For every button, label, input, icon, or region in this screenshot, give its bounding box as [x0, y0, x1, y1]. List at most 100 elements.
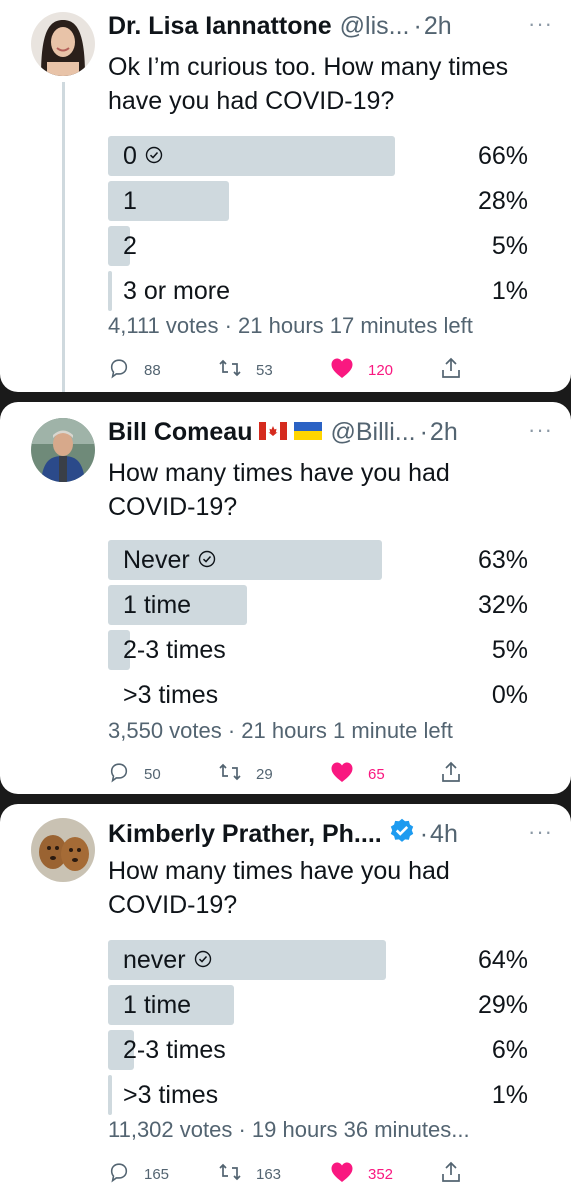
tweet-card[interactable]: Kimberly Prather, Ph.... · 4h ··· How ma…	[0, 804, 571, 1200]
ukraine-flag-icon	[294, 418, 323, 447]
author-handle[interactable]: @lis...	[340, 12, 410, 41]
poll-percentage: 1%	[491, 277, 528, 305]
check-circle-icon	[145, 136, 163, 176]
reply-count: 165	[144, 1165, 170, 1183]
poll-option-label: 2-3 times	[123, 1036, 226, 1064]
author-name[interactable]: Kimberly Prather, Ph....	[108, 820, 382, 849]
poll-meta: 3,550 votes · 21 hours 1 minute left	[108, 718, 453, 743]
poll-percentage: 63%	[477, 546, 528, 574]
more-options-icon[interactable]: ···	[528, 419, 553, 441]
reply-count: 88	[144, 361, 161, 379]
avatar[interactable]	[31, 418, 95, 482]
like-count: 352	[368, 1165, 394, 1183]
timestamp[interactable]: 4h	[430, 820, 458, 849]
check-circle-icon	[198, 540, 216, 580]
canada-flag-icon	[259, 418, 288, 447]
poll-percentage: 6%	[491, 1036, 528, 1064]
retweet-icon	[218, 357, 256, 383]
action-bar: 165 163 352	[108, 1160, 468, 1188]
heart-icon	[330, 357, 368, 383]
retweet-button[interactable]: 53	[218, 356, 273, 384]
poll-percentage: 5%	[491, 232, 528, 260]
poll-option-label: 2	[123, 232, 137, 260]
like-button[interactable]: 352	[330, 1160, 393, 1188]
poll-percentage: 66%	[477, 142, 528, 170]
action-bar: 50 29 65	[108, 760, 468, 788]
poll-option: 0 66%	[108, 136, 528, 176]
tweet-text: How many times have you had COVID-19?	[108, 857, 450, 919]
author-name[interactable]: Dr. Lisa Iannattone	[108, 12, 332, 41]
tweet-header: Bill Comeau @Billi... · 2h	[108, 414, 557, 450]
more-options-icon[interactable]: ···	[528, 821, 553, 843]
poll-percentage: 64%	[477, 946, 528, 974]
retweet-button[interactable]: 29	[218, 760, 273, 788]
tweet-header: Kimberly Prather, Ph.... · 4h	[108, 816, 557, 852]
like-count: 120	[368, 361, 394, 379]
poll-option-label: 1	[123, 187, 137, 215]
poll-option: 2 5%	[108, 226, 528, 266]
poll-option-label: 0	[123, 142, 137, 170]
reply-button[interactable]: 50	[108, 760, 161, 788]
poll-meta: 4,111 votes · 21 hours 17 minutes left	[108, 313, 473, 338]
poll-option: 1 time 32%	[108, 585, 528, 625]
more-options-icon[interactable]: ···	[528, 13, 553, 35]
poll-option: >3 times 0%	[108, 675, 528, 715]
retweet-icon	[218, 761, 256, 787]
poll-percentage: 32%	[477, 591, 528, 619]
timestamp[interactable]: 2h	[430, 418, 458, 447]
share-button[interactable]	[440, 356, 476, 384]
poll-option: >3 times 1%	[108, 1075, 528, 1115]
share-icon	[440, 760, 476, 788]
like-count: 65	[368, 765, 385, 783]
reply-icon	[108, 1161, 144, 1187]
retweet-count: 53	[256, 361, 273, 379]
author-handle[interactable]: @Billi...	[330, 418, 415, 447]
poll-bar	[108, 1075, 112, 1115]
timestamp[interactable]: 2h	[424, 12, 452, 41]
poll-option: never 64%	[108, 940, 528, 980]
share-icon	[440, 356, 476, 384]
poll-option: 1 28%	[108, 181, 528, 221]
tweet-text: How many times have you had COVID-19?	[108, 459, 450, 521]
reply-button[interactable]: 88	[108, 356, 161, 384]
author-name[interactable]: Bill Comeau	[108, 418, 252, 447]
share-icon	[440, 1160, 476, 1188]
share-button[interactable]	[440, 760, 476, 788]
heart-icon	[330, 1161, 368, 1187]
dot-separator: ·	[419, 819, 429, 848]
like-button[interactable]: 120	[330, 356, 393, 384]
retweet-count: 29	[256, 765, 273, 783]
dot-separator: ·	[419, 417, 428, 446]
share-button[interactable]	[440, 1160, 476, 1188]
thread-line	[62, 82, 65, 392]
poll-option: Never 63%	[108, 540, 528, 580]
poll-option-label: Never	[123, 546, 190, 574]
poll-percentage: 28%	[477, 187, 528, 215]
poll-option-label: never	[123, 946, 186, 974]
poll-bar	[108, 271, 112, 311]
poll-percentage: 29%	[477, 991, 528, 1019]
reply-button[interactable]: 165	[108, 1160, 169, 1188]
like-button[interactable]: 65	[330, 760, 385, 788]
poll-option: 2-3 times 6%	[108, 1030, 528, 1070]
reply-icon	[108, 761, 144, 787]
action-bar: 88 53 120	[108, 356, 468, 384]
heart-icon	[330, 761, 368, 787]
reply-icon	[108, 357, 144, 383]
poll-option-label: >3 times	[123, 1081, 219, 1109]
tweet-card[interactable]: Bill Comeau @Billi... · 2h ··· How many …	[0, 402, 571, 794]
tweet-card[interactable]: Dr. Lisa Iannattone @lis... · 2h ··· Ok …	[0, 0, 571, 392]
retweet-button[interactable]: 163	[218, 1160, 281, 1188]
check-circle-icon	[194, 940, 212, 980]
retweet-count: 163	[256, 1165, 282, 1183]
dot-separator: ·	[413, 11, 422, 40]
poll-option-label: 2-3 times	[123, 636, 226, 664]
poll-option-label: >3 times	[123, 681, 219, 709]
retweet-icon	[218, 1161, 256, 1187]
poll-option-label: 1 time	[123, 991, 192, 1019]
poll-percentage: 1%	[491, 1081, 528, 1109]
avatar[interactable]	[31, 12, 95, 76]
avatar[interactable]	[31, 818, 95, 882]
tweet-header: Dr. Lisa Iannattone @lis... · 2h	[108, 8, 557, 44]
poll-meta: 11,302 votes · 19 hours 36 minutes...	[108, 1117, 470, 1142]
